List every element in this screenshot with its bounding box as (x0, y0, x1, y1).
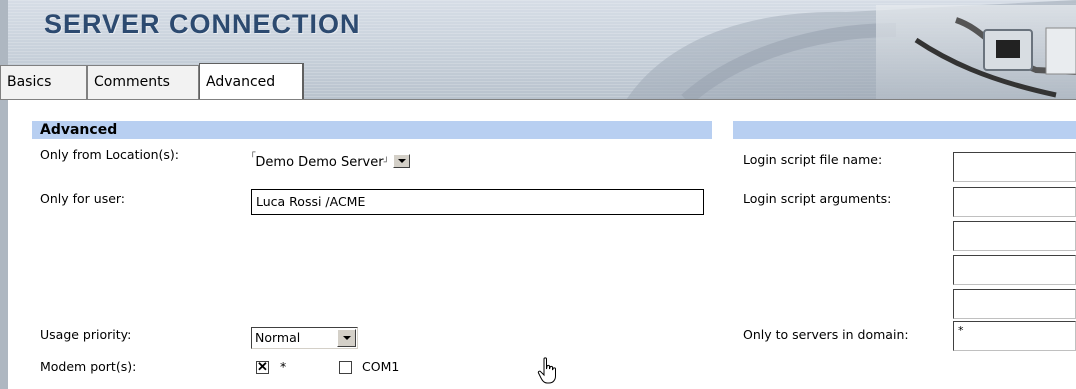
login-script-args-input-3[interactable] (953, 255, 1076, 285)
network-cable-graphic (626, 0, 1076, 100)
tab-advanced-label: Advanced (206, 74, 276, 90)
section-header-right (733, 121, 1076, 139)
section-header-left (32, 121, 712, 139)
tab-advanced[interactable]: Advanced (199, 63, 304, 99)
modem-any-checkbox[interactable]: ✕ (256, 359, 269, 374)
modem-com1-label: COM1 (362, 359, 400, 374)
section-title: Advanced (40, 122, 118, 138)
login-script-file-input[interactable] (953, 152, 1076, 182)
login-script-args-label: Login script arguments: (743, 191, 892, 206)
location-value: Demo Demo Server (255, 155, 384, 170)
domain-input[interactable]: * (953, 321, 1076, 351)
chevron-down-icon (397, 158, 406, 163)
user-label: Only for user: (40, 191, 126, 206)
login-script-args-input-1[interactable] (953, 187, 1076, 217)
modem-com1-checkbox[interactable] (339, 361, 352, 374)
priority-select[interactable]: Normal (251, 327, 358, 349)
user-input[interactable]: Luca Rossi /ACME (251, 189, 704, 215)
priority-value: Normal (255, 330, 301, 345)
tab-basics[interactable]: Basics (0, 65, 87, 99)
chevron-down-icon (343, 336, 351, 340)
location-label: Only from Location(s): (40, 147, 180, 162)
modem-label: Modem port(s): (40, 359, 137, 374)
left-edge-bar (0, 0, 8, 389)
login-script-args-input-4[interactable] (953, 289, 1076, 319)
login-script-file-label: Login script file name: (743, 152, 883, 167)
priority-dropdown-button[interactable] (337, 329, 356, 347)
tab-basics-label: Basics (7, 74, 52, 90)
domain-label: Only to servers in domain: (743, 327, 909, 342)
field-end-mark: ┘ (383, 158, 389, 168)
location-dropdown-button[interactable] (392, 153, 410, 168)
hand-pointer-icon (537, 357, 556, 384)
priority-label: Usage priority: (40, 327, 132, 342)
content-panel (8, 100, 1076, 389)
login-script-args-input-2[interactable] (953, 221, 1076, 251)
tab-comments[interactable]: Comments (87, 65, 199, 99)
checkmark-x-icon: ✕ (257, 359, 268, 374)
page-title: SERVER CONNECTION (44, 9, 361, 39)
tab-comments-label: Comments (94, 74, 170, 90)
modem-any-label: * (280, 359, 287, 374)
location-field[interactable]: ┌Demo Demo Server┘ (250, 148, 410, 170)
